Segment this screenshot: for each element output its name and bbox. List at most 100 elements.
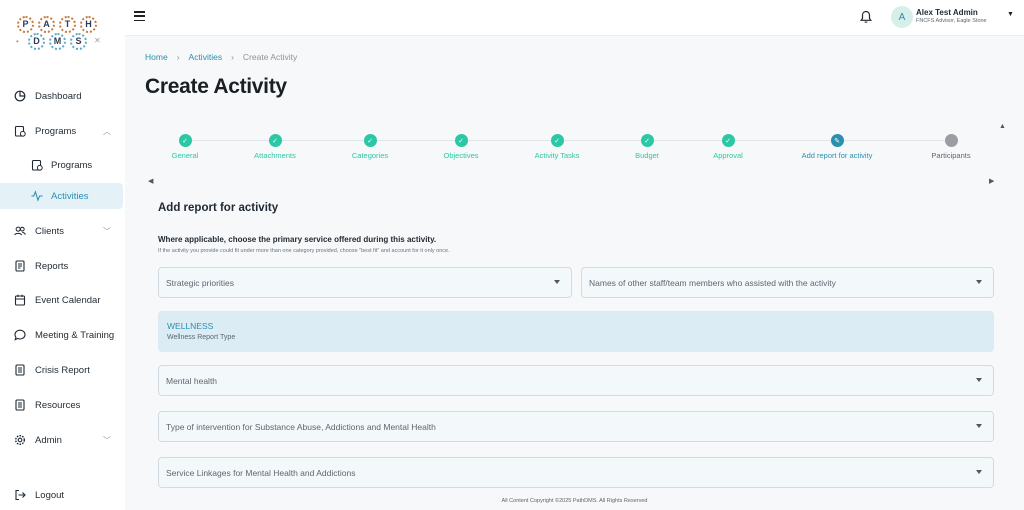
breadcrumb-separator: ›: [231, 52, 234, 62]
breadcrumb-home[interactable]: Home: [145, 52, 168, 62]
document-icon: [14, 399, 26, 411]
intervention-type-select[interactable]: Type of intervention for Substance Abuse…: [158, 411, 994, 442]
caret-down-icon: [976, 424, 982, 428]
caret-down-icon: [976, 470, 982, 474]
logo-letter: T: [59, 16, 76, 33]
step-participants[interactable]: Participants: [891, 134, 1011, 160]
wellness-subtitle: Wellness Report Type: [167, 334, 236, 341]
sidebar-item-label: Programs: [35, 125, 77, 137]
scroll-up-icon[interactable]: ▲: [999, 123, 1006, 130]
sidebar-item-meeting-training[interactable]: Meeting & Training: [0, 322, 123, 348]
step-label: Participants: [931, 151, 971, 160]
clipboard-icon: [31, 159, 43, 171]
sidebar-item-admin[interactable]: Admin ﹀: [0, 427, 123, 453]
sidebar-item-label: Event Calendar: [35, 294, 101, 306]
sidebar-item-label: Reports: [35, 260, 69, 272]
step-label: General: [171, 151, 199, 160]
sidebar-item-label: Resources: [35, 399, 81, 411]
sidebar-item-label: Programs: [51, 159, 93, 171]
step-label: Objectives: [443, 151, 479, 160]
sidebar: P A T H D M S ✕ • Dashboard Programs ︿ P…: [0, 0, 125, 510]
step-add-report[interactable]: ✎ Add report for activity: [777, 134, 897, 160]
sidebar-item-activities[interactable]: Activities: [0, 183, 123, 209]
document-icon: [14, 364, 26, 376]
check-icon: ✓: [178, 134, 192, 147]
report-icon: [14, 260, 26, 272]
step-label: Budget: [635, 151, 659, 160]
avatar[interactable]: A: [891, 6, 913, 28]
logo-letter: P: [17, 16, 34, 33]
sidebar-item-label: Crisis Report: [35, 364, 90, 376]
step-label: Attachments: [254, 151, 296, 160]
footer-copyright: All Content Copyright ©2025 PathDMS. All…: [501, 498, 648, 504]
strategic-priorities-select[interactable]: Strategic priorities: [158, 267, 572, 298]
select-placeholder: Names of other staff/team members who as…: [589, 277, 836, 288]
logo-letter: S: [70, 33, 87, 50]
pathdms-logo[interactable]: P A T H D M S ✕ •: [14, 14, 106, 50]
select-placeholder: Mental health: [166, 375, 218, 386]
menu-icon[interactable]: [134, 11, 145, 21]
chevron-down-icon: ﹀: [103, 435, 111, 445]
sidebar-item-label: Clients: [35, 225, 65, 237]
logo-letter: M: [49, 33, 66, 50]
scroll-left-icon[interactable]: ◀: [148, 177, 153, 185]
check-icon: ✓: [721, 134, 735, 147]
logout-icon: [14, 489, 26, 501]
select-placeholder: Service Linkages for Mental Health and A…: [166, 467, 356, 478]
sidebar-item-resources[interactable]: Resources: [0, 392, 123, 418]
logo-decoration: •: [16, 37, 19, 46]
sidebar-item-reports[interactable]: Reports: [0, 253, 123, 279]
section-title: Add report for activity: [158, 202, 279, 214]
pencil-icon: ✎: [830, 134, 844, 147]
mental-health-select[interactable]: Mental health: [158, 365, 994, 396]
sidebar-item-label: Dashboard: [35, 90, 82, 102]
sidebar-item-programs[interactable]: Programs ︿: [0, 118, 123, 144]
chevron-down-icon: ﹀: [103, 226, 111, 236]
check-icon: ✓: [454, 134, 468, 147]
logo-letter: H: [80, 16, 97, 33]
staff-members-select[interactable]: Names of other staff/team members who as…: [581, 267, 994, 298]
sidebar-item-programs-sub[interactable]: Programs: [0, 152, 123, 178]
wellness-panel: WELLNESS Wellness Report Type: [158, 311, 994, 352]
check-icon: ✓: [640, 134, 654, 147]
step-label: Approval: [713, 151, 743, 160]
caret-down-icon[interactable]: ▼: [1007, 11, 1014, 18]
check-icon: ✓: [550, 134, 564, 147]
page-title: Create Activity: [145, 75, 287, 98]
logo-letter: A: [38, 16, 55, 33]
user-role: FNCFS Advisor, Eagle Stone: [916, 18, 987, 24]
logout-button[interactable]: Logout: [0, 482, 123, 508]
activity-icon: [31, 190, 43, 202]
gear-icon: [14, 434, 26, 446]
sidebar-item-dashboard[interactable]: Dashboard: [0, 83, 123, 109]
step-label: Activity Tasks: [534, 151, 580, 160]
chat-icon: [14, 329, 26, 341]
primary-service-question: Where applicable, choose the primary ser…: [158, 235, 437, 244]
users-icon: [14, 225, 26, 237]
sidebar-item-label: Admin: [35, 434, 62, 446]
sidebar-item-event-calendar[interactable]: Event Calendar: [0, 287, 123, 313]
step-label: Categories: [351, 151, 389, 160]
step-approval[interactable]: ✓ Approval: [668, 134, 788, 160]
chevron-up-icon: ︿: [103, 126, 111, 136]
caret-down-icon: [976, 378, 982, 382]
check-icon: ✓: [363, 134, 377, 147]
sidebar-item-label: Meeting & Training: [35, 329, 115, 341]
clipboard-icon: [14, 125, 26, 137]
service-linkages-select[interactable]: Service Linkages for Mental Health and A…: [158, 457, 994, 488]
logout-label: Logout: [35, 489, 65, 501]
wellness-title: WELLNESS: [167, 321, 214, 331]
scroll-right-icon[interactable]: ▶: [989, 177, 994, 185]
breadcrumb-current: Create Activity: [242, 52, 298, 62]
pie-chart-icon: [14, 90, 26, 102]
primary-service-hint: If the activity you provide could fit un…: [158, 248, 450, 254]
sidebar-item-clients[interactable]: Clients ﹀: [0, 218, 123, 244]
breadcrumb: Home › Activities › Create Activity: [145, 52, 297, 62]
top-bar: A Alex Test Admin FNCFS Advisor, Eagle S…: [125, 0, 1024, 36]
bell-icon[interactable]: [860, 10, 872, 24]
logo-letter: D: [28, 33, 45, 50]
user-name[interactable]: Alex Test Admin: [916, 8, 978, 17]
select-placeholder: Type of intervention for Substance Abuse…: [166, 421, 436, 432]
breadcrumb-activities[interactable]: Activities: [189, 52, 223, 62]
sidebar-item-crisis-report[interactable]: Crisis Report: [0, 357, 123, 383]
